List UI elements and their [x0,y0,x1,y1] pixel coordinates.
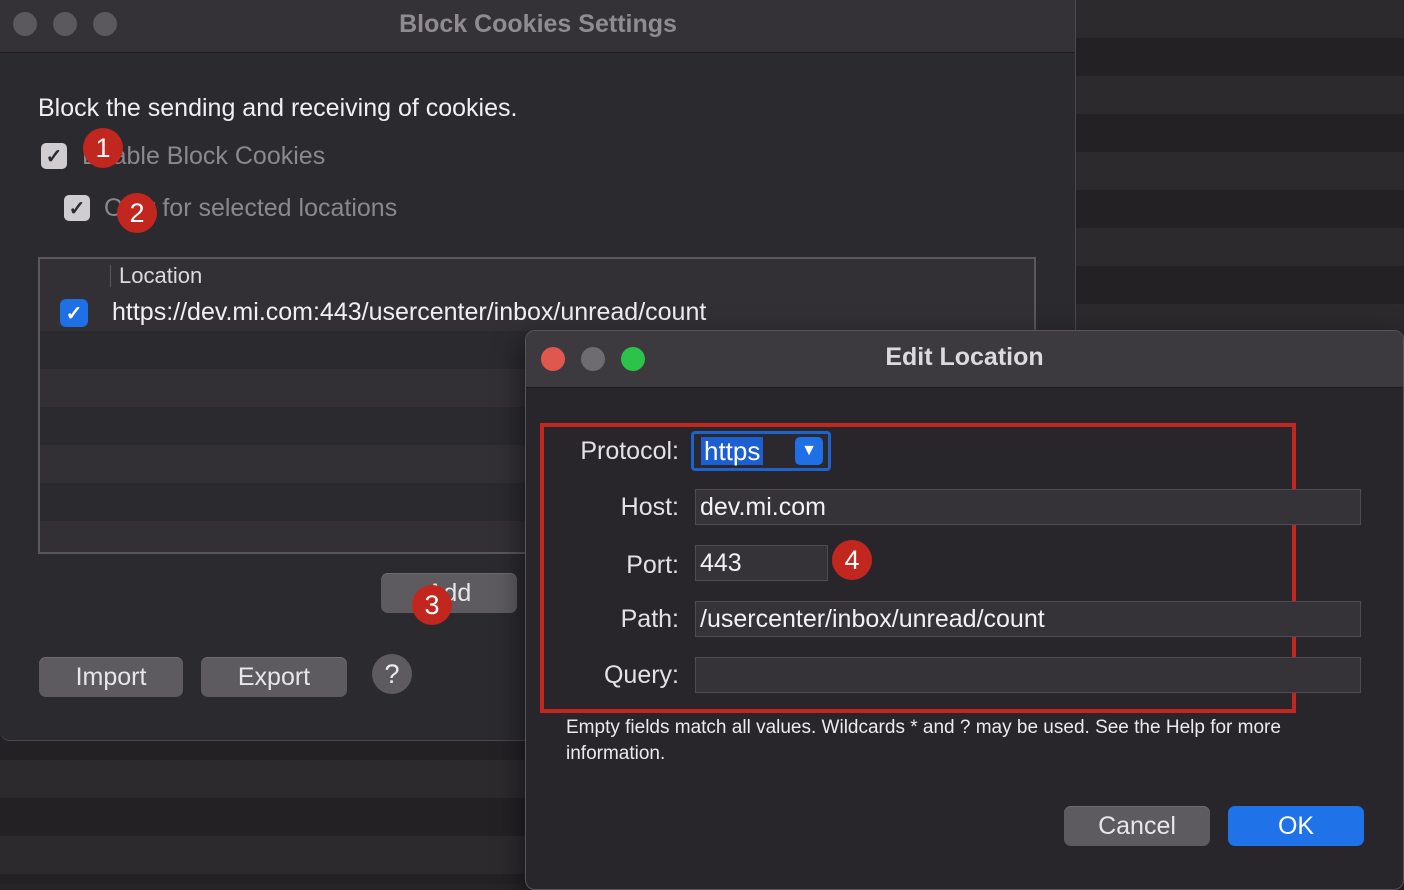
query-label: Query: [603,661,679,689]
export-button[interactable]: Export [201,657,347,697]
host-field[interactable]: dev.mi.com [695,489,1361,525]
protocol-label: Protocol: [580,437,679,465]
dialog-titlebar: Edit Location [526,331,1403,388]
description-text: Block the sending and receiving of cooki… [38,94,518,122]
titlebar: Block Cookies Settings [0,0,1075,53]
row-enabled-checkbox[interactable]: ✓ [60,299,88,327]
annotation-badge-4: 4 [832,540,872,580]
protocol-value: https [701,437,764,465]
annotation-badge-2: 2 [117,193,157,233]
window-title: Block Cookies Settings [399,10,677,38]
table-header: Location [40,259,1034,294]
ok-button[interactable]: OK [1228,806,1364,846]
help-button[interactable]: ? [372,654,412,694]
dialog-title: Edit Location [885,343,1044,371]
help-note: Empty fields match all values. Wildcards… [566,717,1281,764]
table-row[interactable]: ✓ https://dev.mi.com:443/usercenter/inbo… [40,293,1034,331]
row-location-text: https://dev.mi.com:443/usercenter/inbox/… [112,298,707,326]
path-label: Path: [620,605,679,633]
import-button[interactable]: Import [39,657,183,697]
path-field[interactable]: /usercenter/inbox/unread/count [695,601,1361,637]
only-selected-locations-checkbox[interactable]: ✓ [64,195,90,221]
host-label: Host: [620,493,679,521]
column-header-location[interactable]: Location [119,263,202,289]
annotation-badge-3: 3 [412,585,452,625]
cancel-button[interactable]: Cancel [1064,806,1210,846]
port-label: Port: [626,551,679,579]
column-divider [110,265,111,287]
checkmark-icon: ✓ [68,197,86,220]
protocol-select[interactable]: https ▼ [691,431,831,471]
edit-location-dialog: Edit Location Protocol: https ▼ Host: de… [525,330,1404,890]
annotation-badge-1: 1 [83,128,123,168]
enable-block-cookies-checkbox[interactable]: ✓ [41,143,67,169]
checkmark-icon: ✓ [65,302,83,325]
query-field[interactable] [695,657,1361,693]
chevron-down-icon[interactable]: ▼ [795,437,823,465]
checkmark-icon: ✓ [45,145,63,168]
port-field[interactable]: 443 [695,545,828,581]
